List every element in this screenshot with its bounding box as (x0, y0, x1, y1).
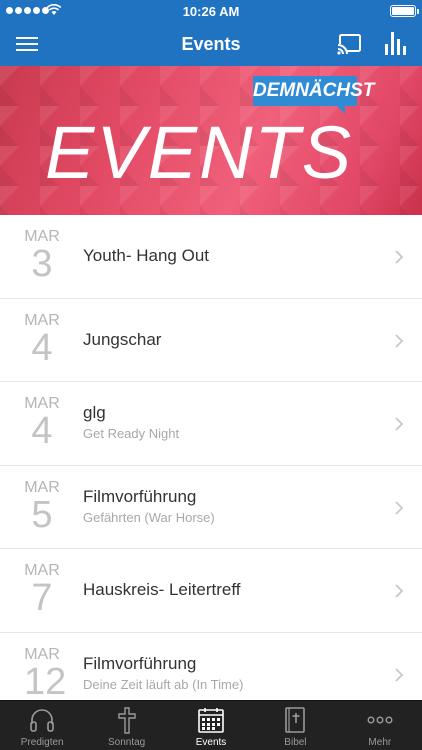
event-row[interactable]: MAR 3 Youth- Hang Out (0, 215, 422, 299)
event-day: 7 (31, 577, 53, 619)
chevron-right-icon (395, 584, 404, 598)
event-title: Filmvorführung (83, 486, 197, 506)
bible-icon (285, 707, 306, 733)
event-row[interactable]: MAR 4 Jungschar (0, 298, 422, 382)
events-screen: 10:26 AM Events EVENTS DEMNÄCHST MAR 3 Y… (0, 0, 422, 750)
event-subtitle: Gefährten (War Horse) (83, 509, 215, 525)
event-day: 5 (31, 493, 53, 536)
status-time: 10:26 AM (182, 4, 240, 19)
battery-icon (390, 5, 419, 17)
events-banner: EVENTS DEMNÄCHST (0, 66, 422, 215)
tab-mehr[interactable]: Mehr (338, 701, 422, 750)
event-row[interactable]: MAR 4 glg Get Ready Night (0, 382, 422, 466)
chevron-right-icon (395, 667, 404, 682)
event-title: Youth- Hang Out (83, 246, 210, 265)
banner-tag: DEMNÄCHST (253, 76, 374, 114)
tab-bibel[interactable]: Bibel (253, 701, 337, 750)
tab-predigten[interactable]: Predigten (0, 701, 84, 750)
tab-sonntag[interactable]: Sonntag (84, 701, 168, 750)
event-title: Filmvorführung (83, 653, 197, 673)
cross-icon (117, 707, 136, 734)
event-subtitle: Deine Zeit läuft ab (In Time) (83, 676, 244, 692)
chevron-right-icon (395, 417, 404, 431)
event-row[interactable]: MAR 5 Filmvorführung Gefährten (War Hors… (0, 465, 422, 549)
banner-headline: EVENTS (45, 111, 354, 194)
tab-events[interactable]: Events (169, 701, 253, 750)
event-subtitle: Get Ready Night (83, 426, 180, 441)
status-bar: 10:26 AM (0, 0, 422, 22)
event-day: 4 (31, 410, 53, 452)
tab-label: Mehr (368, 737, 392, 748)
tab-label: Bibel (284, 737, 307, 748)
tab-bar: Predigten Sonntag Events Bibel Mehr (0, 700, 422, 750)
event-day: 12 (24, 660, 67, 701)
event-row[interactable]: MAR 12 Filmvorführung Deine Zeit läuft a… (0, 632, 422, 701)
tab-label: Sonntag (107, 737, 146, 748)
more-icon (367, 716, 393, 724)
event-title: Jungschar (83, 329, 162, 349)
headphones-icon (30, 709, 55, 732)
chevron-right-icon (395, 250, 404, 264)
event-row[interactable]: MAR 7 Hauskreis- Leitertreff (0, 549, 422, 633)
tab-label: Predigten (20, 737, 64, 748)
calendar-icon (198, 708, 224, 733)
event-day: 4 (31, 326, 53, 369)
event-title: glg (83, 403, 106, 422)
event-day: 3 (31, 243, 53, 285)
chevron-right-icon (395, 500, 404, 515)
nav-bar: Events (0, 22, 422, 66)
chevron-right-icon (395, 333, 404, 348)
events-list: MAR 3 Youth- Hang Out MAR 4 Jungschar MA… (0, 215, 422, 700)
cast-icon[interactable] (337, 32, 363, 56)
event-title: Hauskreis- Leitertreff (83, 580, 241, 599)
bar-chart-icon[interactable] (384, 30, 406, 56)
tab-label: Events (195, 737, 227, 748)
